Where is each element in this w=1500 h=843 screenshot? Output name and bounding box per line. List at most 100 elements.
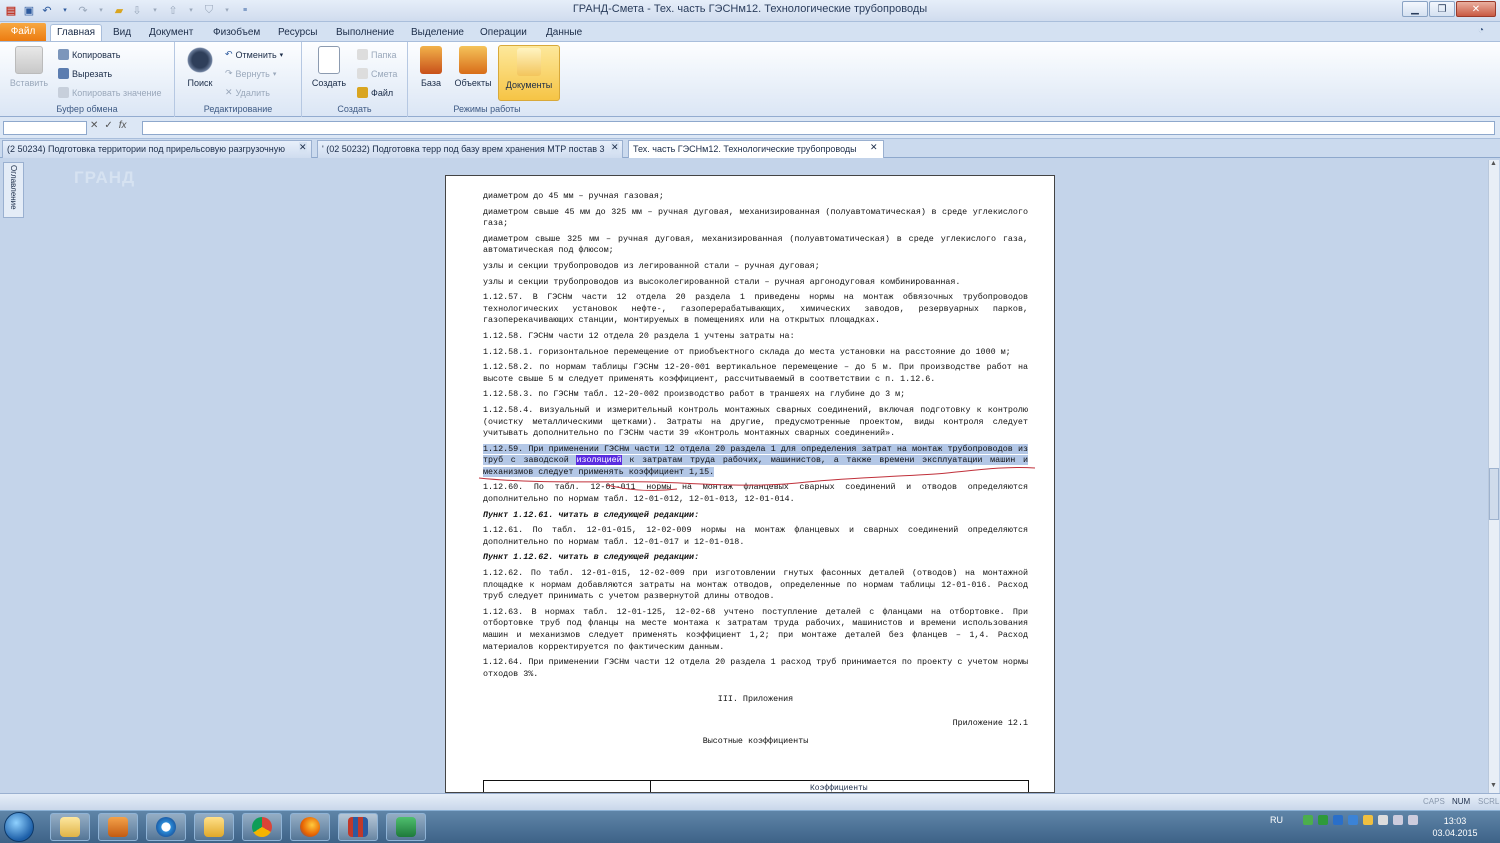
group-clipboard: Вставить Копировать Вырезать Копировать … [0, 42, 175, 117]
redo-icon[interactable]: ↷ [75, 2, 91, 18]
close-tab-icon[interactable]: ✕ [299, 142, 307, 153]
cancel-icon[interactable]: ✕ [90, 120, 98, 131]
dropdown-icon[interactable]: ▾ [57, 2, 73, 18]
toc-side-tab[interactable]: Оглавление [3, 162, 24, 218]
undo-button[interactable]: ↶ Отменить ▾ [225, 49, 283, 60]
maximize-button[interactable]: ❐ [1429, 1, 1455, 17]
tab-operations[interactable]: Операции [474, 25, 533, 42]
appendix-title: Высотные коэффициенты [702, 735, 809, 746]
chevron-down-icon: ▾ [279, 51, 284, 59]
clock[interactable]: 13:03 03.04.2015 [1420, 815, 1490, 839]
search-button[interactable]: Поиск [183, 46, 217, 88]
taskbar-outlook[interactable] [194, 813, 234, 841]
minimize-button[interactable]: ▁ [1402, 1, 1428, 17]
tab-data[interactable]: Данные [540, 25, 588, 42]
open-folder-icon[interactable]: ▰ [111, 2, 127, 18]
tray-app-icon[interactable] [1348, 815, 1358, 825]
base-button[interactable]: База [414, 46, 448, 88]
windows-start-button[interactable] [4, 812, 34, 842]
objects-icon [459, 46, 487, 74]
dropdown-icon[interactable]: ▾ [183, 2, 199, 18]
doc-tab[interactable]: (2 50234) Подготовка территории под прир… [2, 140, 312, 158]
help-icon[interactable]: ◔ [1478, 25, 1484, 36]
dropdown-icon[interactable]: ▾ [147, 2, 163, 18]
folder-button[interactable]: Папка [357, 49, 397, 60]
tab-physvolume[interactable]: Физобъем [207, 25, 266, 42]
volume-icon[interactable] [1408, 815, 1418, 825]
group-label: Буфер обмена [56, 104, 118, 114]
system-tray: RU [1270, 815, 1418, 825]
firefox-icon [300, 817, 320, 837]
name-box[interactable] [3, 121, 87, 135]
tab-file[interactable]: Файл [0, 23, 46, 41]
network-icon[interactable] [1393, 815, 1403, 825]
customize-toolbar-icon[interactable]: ≡ [237, 2, 253, 18]
create-button[interactable]: Создать [310, 46, 348, 88]
scroll-down-icon[interactable]: ▼ [1490, 782, 1497, 789]
binoculars-icon [186, 46, 214, 74]
taskbar-explorer[interactable] [50, 813, 90, 841]
table-header: Коэффициенты [810, 784, 868, 793]
tray-app-icon[interactable] [1333, 815, 1343, 825]
import-icon[interactable]: ⇩ [129, 2, 145, 18]
copy-value-button[interactable]: Копировать значение [58, 87, 162, 98]
close-tab-icon[interactable]: ✕ [870, 142, 878, 153]
internet-explorer-icon [156, 817, 176, 837]
taskbar-internet-explorer[interactable] [146, 813, 186, 841]
taskbar-grand-smeta[interactable] [338, 813, 378, 841]
accept-icon[interactable]: ✓ [104, 120, 112, 131]
paragraph: узлы и секции трубопроводов из высоколег… [483, 276, 961, 287]
tab-view[interactable]: Вид [107, 25, 137, 42]
group-modes: База Объекты Документы Режимы работы [408, 42, 566, 117]
documents-button[interactable]: Документы [498, 45, 560, 101]
file-icon [357, 87, 368, 98]
caps-indicator: CAPS [1423, 797, 1445, 806]
selected-paragraph[interactable]: 1.12.59. При применении ГЭСНм части 12 о… [478, 443, 1036, 491]
language-indicator[interactable]: RU [1270, 815, 1283, 825]
formula-input[interactable] [142, 121, 1495, 135]
tray-app-icon[interactable] [1318, 815, 1328, 825]
dropdown-icon[interactable]: ▾ [93, 2, 109, 18]
save-icon[interactable]: ▣ [21, 2, 37, 18]
estimate-button[interactable]: Смета [357, 68, 397, 79]
copy-button[interactable]: Копировать [58, 49, 120, 60]
status-bar: CAPS NUM SCRL [0, 793, 1500, 810]
tab-document[interactable]: Документ [143, 25, 199, 42]
redo-button[interactable]: ↷ Вернуть ▾ [225, 68, 276, 79]
tab-selection[interactable]: Выделение [405, 25, 470, 42]
flag-icon[interactable] [1378, 815, 1388, 825]
tray-app-icon[interactable] [1303, 815, 1313, 825]
doc-tab[interactable]: ' (02 50232) Подготовка терр под базу вр… [317, 140, 623, 158]
tray-app-icon[interactable] [1363, 815, 1373, 825]
file-button[interactable]: Файл [357, 87, 393, 98]
taskbar-excel[interactable] [386, 813, 426, 841]
chrome-icon [252, 817, 272, 837]
dropdown-icon[interactable]: ▾ [219, 2, 235, 18]
tab-execution[interactable]: Выполнение [330, 25, 400, 42]
delete-button[interactable]: ✕ Удалить [225, 87, 270, 98]
filter-icon[interactable]: ⛉ [201, 2, 217, 18]
formula-bar: ✕ ✓ fx [0, 117, 1500, 139]
doc-tab-active[interactable]: Тех. часть ГЭСНм12. Технологические труб… [628, 140, 884, 158]
function-icon[interactable]: fx [119, 120, 127, 131]
paste-icon [15, 46, 43, 74]
paste-button[interactable]: Вставить [8, 46, 50, 88]
export-icon[interactable]: ⇧ [165, 2, 181, 18]
scroll-up-icon[interactable]: ▲ [1490, 160, 1497, 167]
tab-resources[interactable]: Ресурсы [272, 25, 323, 42]
taskbar-chrome[interactable] [242, 813, 282, 841]
close-tab-icon[interactable]: ✕ [611, 142, 619, 153]
undo-icon[interactable]: ↶ [39, 2, 55, 18]
paragraph: 1.12.58.2. по нормам таблицы ГЭСНм 12-20… [483, 362, 1028, 384]
objects-button[interactable]: Объекты [452, 46, 494, 88]
cut-button[interactable]: Вырезать [58, 68, 112, 79]
app-icon[interactable]: ▤ [3, 2, 19, 18]
taskbar-media-player[interactable] [98, 813, 138, 841]
group-editing: Поиск ↶ Отменить ▾ ↷ Вернуть ▾ ✕ Удалить Реда… [175, 42, 302, 117]
scrollbar-thumb[interactable] [1489, 468, 1499, 520]
paragraph: диаметром до 45 мм – ручная газовая; [483, 191, 664, 201]
taskbar-firefox[interactable] [290, 813, 330, 841]
section-title: III. Приложения [717, 694, 794, 705]
close-button[interactable]: ✕ [1456, 1, 1496, 17]
paragraph: 1.12.62. По табл. 12-01-015, 12-02-009 п… [483, 568, 1028, 602]
